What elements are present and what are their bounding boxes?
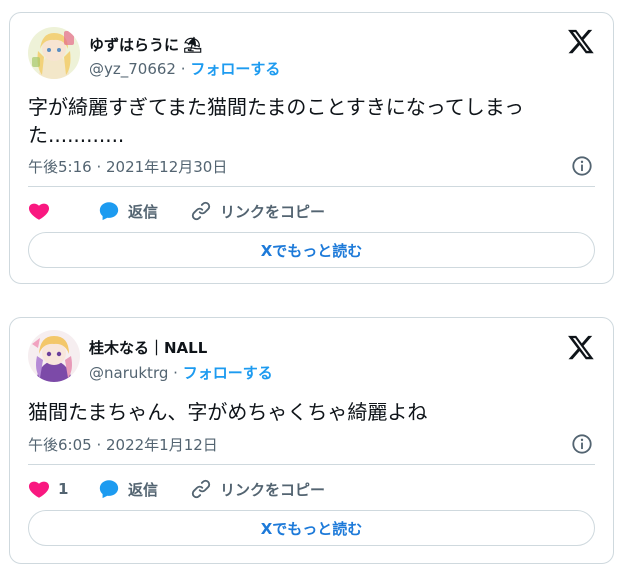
copy-link-button[interactable]: リンクをコピー: [190, 478, 325, 500]
heart-icon: [28, 481, 50, 498]
tweet-card: 桂木なる｜NALL @naruktrg · フォローする 猫間たまちゃん、字がめ…: [9, 317, 614, 564]
reply-bubble-icon: [99, 480, 119, 499]
separator: ·: [180, 60, 186, 78]
copy-link-button[interactable]: リンクをコピー: [190, 200, 325, 222]
display-name[interactable]: ゆずはらうに ⛱: [89, 34, 202, 55]
info-icon[interactable]: [571, 433, 593, 455]
link-icon: [191, 479, 211, 499]
x-logo-icon[interactable]: [567, 27, 595, 55]
avatar-image: [28, 330, 80, 382]
divider: [28, 464, 595, 465]
tweet-card: ゆずはらうに ⛱ @yz_70662 · フォローする 字が綺麗すぎてまた猫間た…: [9, 12, 614, 284]
tweet-text: 猫間たまちゃん、字がめちゃくちゃ綺麗よね: [28, 400, 428, 424]
read-more-button[interactable]: Xでもっと読む: [28, 510, 595, 546]
copy-link-label: リンクをコピー: [220, 480, 326, 499]
follow-button[interactable]: フォローする: [190, 60, 280, 78]
avatar-image: [28, 27, 80, 79]
handle-row: @yz_70662 · フォローする: [89, 58, 280, 79]
reply-label: 返信: [128, 202, 159, 221]
avatar[interactable]: [28, 27, 80, 79]
action-bar: 返信 リンクをコピー: [28, 199, 595, 223]
handle-row: @naruktrg · フォローする: [89, 362, 273, 383]
handle[interactable]: @naruktrg: [89, 364, 168, 382]
reply-button[interactable]: 返信: [98, 200, 184, 222]
action-bar: 1 返信 リンクをコピー: [28, 477, 595, 501]
link-icon: [191, 201, 211, 221]
separator: ·: [173, 364, 178, 382]
divider: [28, 186, 595, 187]
follow-button[interactable]: フォローする: [183, 364, 273, 382]
copy-link-label: リンクをコピー: [220, 202, 326, 221]
like-button[interactable]: [28, 200, 88, 222]
timestamp[interactable]: 午後6:05 · 2022年1月12日: [28, 434, 218, 455]
display-name-text: ゆずはらうに: [89, 36, 180, 54]
display-name-text: 桂木なる｜NALL: [89, 339, 208, 357]
umbrella-emoji-icon: ⛱: [183, 35, 203, 54]
reply-button[interactable]: 返信: [98, 478, 184, 500]
x-logo-icon[interactable]: [567, 333, 595, 361]
display-name[interactable]: 桂木なる｜NALL: [89, 337, 207, 358]
like-count: 1: [58, 480, 69, 498]
heart-icon: [28, 203, 50, 220]
read-more-button[interactable]: Xでもっと読む: [28, 232, 595, 268]
reply-bubble-icon: [99, 202, 119, 221]
handle[interactable]: @yz_70662: [89, 60, 176, 78]
info-icon[interactable]: [571, 155, 593, 177]
timestamp[interactable]: 午後5:16 · 2021年12月30日: [28, 156, 227, 177]
reply-label: 返信: [128, 480, 159, 499]
avatar[interactable]: [28, 330, 80, 382]
like-button[interactable]: 1: [28, 478, 88, 500]
tweet-text: 字が綺麗すぎてまた猫間たまのことすきになってしまった............: [28, 95, 524, 147]
